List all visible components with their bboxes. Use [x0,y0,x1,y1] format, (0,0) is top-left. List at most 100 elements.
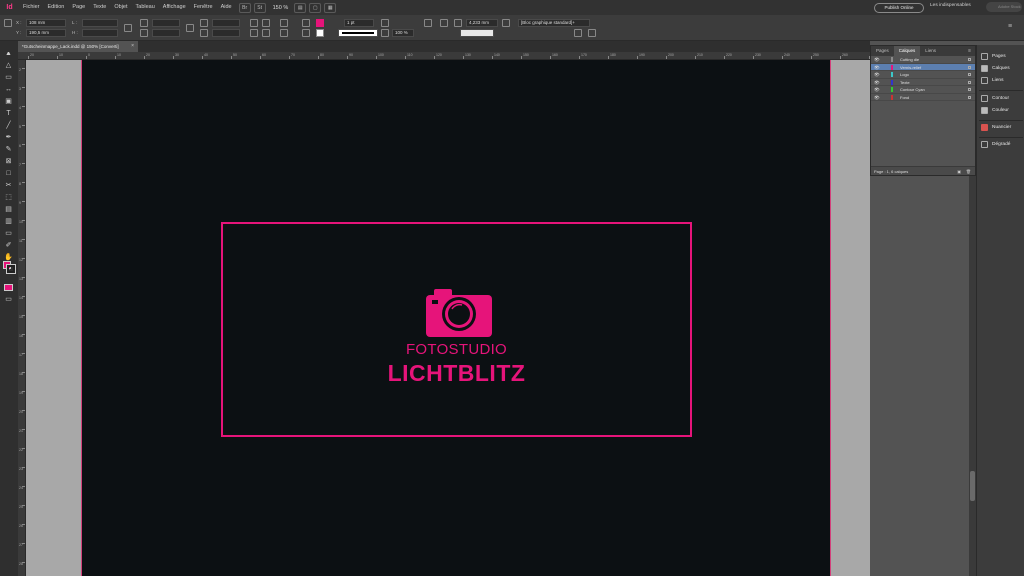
rotate-cw-icon[interactable] [250,19,258,27]
page-tool-icon[interactable]: ▭ [4,73,13,82]
vertical-scrollbar[interactable] [969,176,976,576]
shear-field[interactable] [212,29,240,37]
layer-select-square[interactable] [968,58,971,61]
scale-y-field[interactable] [152,29,180,37]
menu-fichier[interactable]: Fichier [19,0,44,15]
bridge-button[interactable]: Br [238,2,251,13]
menu-aide[interactable]: Aide [217,0,236,15]
pasteboard[interactable]: FOTOSTUDIO LICHTBLITZ [26,60,870,576]
shear-icon[interactable] [200,29,208,37]
fit-frame-icon[interactable] [588,29,596,37]
new-layer-icon[interactable]: ▣ [957,167,961,176]
menu-texte[interactable]: Texte [89,0,110,15]
eye-icon[interactable]: 👁 [874,64,880,71]
dock-pages[interactable]: Pages [977,51,1024,62]
layer-select-square[interactable] [968,95,971,99]
opacity-field[interactable]: 100 % [392,29,414,37]
eye-icon[interactable]: 👁 [874,79,880,86]
reference-point-icon[interactable] [4,19,12,27]
zoom-level[interactable]: 150 % [270,5,292,11]
object-style-icon[interactable] [502,19,510,27]
content-collector-icon[interactable]: ▣ [4,97,13,106]
width-field[interactable] [82,19,118,27]
text-wrap-icon[interactable] [381,19,389,27]
fill-color-swatch[interactable] [316,19,324,27]
screen-mode-button[interactable]: ▢ [309,2,322,13]
control-bar-menu-icon[interactable]: ≡ [1008,23,1012,30]
flip-h-icon[interactable] [250,29,258,37]
fill-icon[interactable] [302,19,310,27]
corner-size-icon[interactable] [454,19,462,27]
screen-mode-icon[interactable]: ▭ [4,295,13,304]
stock-search-input[interactable]: Adobe Stock [986,2,1022,12]
document-page[interactable]: FOTOSTUDIO LICHTBLITZ [81,60,831,576]
dock-liens[interactable]: Liens [977,75,1024,86]
dock-couleur[interactable]: Couleur [977,105,1024,116]
scale-x-field[interactable] [152,19,180,27]
layer-row[interactable]: 👁 Cutting die [871,56,975,64]
eye-icon[interactable]: 👁 [874,94,880,101]
panel-menu-icon[interactable]: ≡ [968,48,975,54]
scale-x-icon[interactable] [140,19,148,27]
frame-fitting-field[interactable] [460,29,494,37]
type-tool-icon[interactable]: T [4,109,13,118]
rotate-icon[interactable] [200,19,208,27]
menu-fenetre[interactable]: Fenêtre [190,0,217,15]
x-field[interactable]: 108 mm [26,19,66,27]
eye-icon[interactable]: 👁 [874,86,880,93]
select-content-icon[interactable] [280,29,288,37]
dock-nuancier[interactable]: Nuancier [977,122,1024,133]
rotate-field[interactable] [212,19,240,27]
menu-tableau[interactable]: Tableau [132,0,159,15]
stroke-swatch-icon[interactable] [6,264,16,274]
rotate-ccw-icon[interactable] [262,19,270,27]
note-tool-icon[interactable]: ▭ [4,229,13,238]
free-transform-tool-icon[interactable]: ⬚ [4,193,13,202]
fit-content-icon[interactable] [574,29,582,37]
stroke-type-selector[interactable] [338,29,378,37]
pencil-tool-icon[interactable]: ✎ [4,145,13,154]
stroke-color-swatch[interactable] [316,29,324,37]
stock-button[interactable]: St [253,2,266,13]
close-icon[interactable]: × [131,41,134,52]
layer-select-square[interactable] [968,88,971,91]
horizontal-ruler[interactable]: 20 10 0 10 20 30 40 50 60 70 80 90 100 110 120 130 140 15… [18,52,870,60]
menu-affichage[interactable]: Affichage [159,0,190,15]
stroke-weight-field[interactable]: 1 pt [344,19,374,27]
delete-layer-icon[interactable]: 🗑 [966,167,971,176]
height-field[interactable] [82,29,118,37]
constrain-proportions-icon[interactable] [124,24,132,32]
stroke-icon[interactable] [302,29,310,37]
tab-calques[interactable]: Calques [893,46,921,56]
y-field[interactable]: 190,5 mm [26,29,66,37]
layer-row[interactable]: 👁 Fond [871,94,975,101]
menu-edition[interactable]: Edition [44,0,69,15]
rectangle-frame-tool-icon[interactable]: ⊠ [4,157,13,166]
arrange-docs-button[interactable]: ▦ [324,2,337,13]
object-style-dropdown[interactable]: [Bloc graphique standard]+ [518,19,590,27]
opacity-icon[interactable] [381,29,389,37]
corner-options-icon[interactable] [440,19,448,27]
select-container-icon[interactable] [280,19,288,27]
layer-row[interactable]: 👁 Logo [871,71,975,79]
pen-tool-icon[interactable]: ✒ [4,133,13,142]
dock-calques[interactable]: Calques [977,63,1024,74]
rectangle-tool-icon[interactable]: □ [4,169,13,178]
layer-row[interactable]: 👁 Vernis-relief [871,63,975,71]
direct-selection-tool-icon[interactable]: △ [4,61,13,70]
workspace-selector[interactable]: Les indispensables [930,3,971,8]
scale-y-icon[interactable] [140,29,148,37]
scissors-tool-icon[interactable]: ✂ [4,181,13,190]
gradient-feather-tool-icon[interactable]: ▥ [4,217,13,226]
vertical-ruler[interactable]: 2 3 4 5 6 7 8 9 10 11 12 13 14 15 16 17 18 19 20 21 22 23 24 25… [18,60,26,576]
tab-liens[interactable]: Liens [920,46,941,56]
flip-v-icon[interactable] [262,29,270,37]
eye-icon[interactable]: 👁 [874,56,880,63]
view-options-button[interactable]: ▤ [294,2,307,13]
menu-page[interactable]: Page [68,0,89,15]
scrollbar-thumb[interactable] [970,471,975,501]
fx-icon[interactable] [424,19,432,27]
artwork-frame[interactable]: FOTOSTUDIO LICHTBLITZ [221,222,692,437]
layer-row[interactable]: 👁 Texte [871,79,975,86]
dock-degrade[interactable]: Dégradé [977,139,1024,150]
